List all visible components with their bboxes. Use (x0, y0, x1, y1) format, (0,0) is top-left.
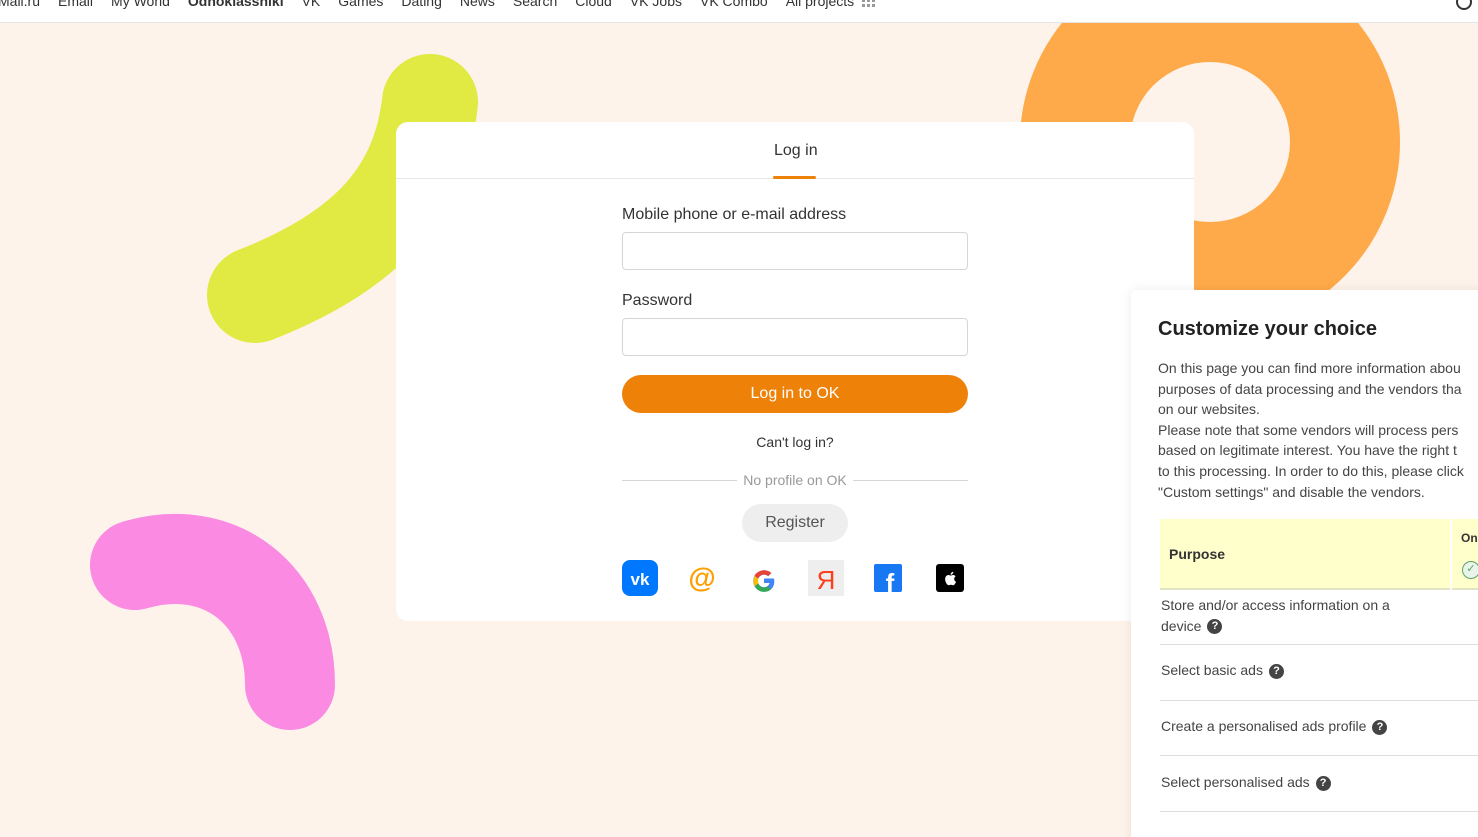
header-separator (1450, 519, 1452, 590)
vk-icon[interactable]: vk (622, 559, 658, 597)
nav-item-vk-combo[interactable]: VK Combo (700, 0, 768, 9)
svg-text:Я: Я (817, 565, 836, 595)
purposes-table: Purpose On ✓ Store and/or access informa… (1160, 519, 1478, 812)
svg-text:@: @ (688, 562, 715, 593)
login-form: Mobile phone or e-mail address Password … (622, 206, 968, 542)
cookie-consent-panel: Customize your choice On this page you c… (1131, 290, 1478, 837)
login-input[interactable] (622, 232, 968, 270)
nav-item-odnoklassniki[interactable]: Odnoklassniki (188, 0, 284, 9)
purpose-row-store-access: Store and/or access information on a dev… (1160, 590, 1478, 645)
nav-item-dating[interactable]: Dating (401, 0, 441, 9)
grid-icon (862, 0, 876, 7)
help-icon[interactable]: ? (1372, 719, 1388, 735)
apple-icon[interactable] (932, 559, 968, 597)
nav-item-cloud[interactable]: Cloud (575, 0, 612, 9)
login-submit-button[interactable]: Log in to OK (622, 375, 968, 413)
nav-item-all-projects[interactable]: All projects (785, 0, 876, 9)
social-login-row: vk @ Я f (622, 559, 968, 597)
consent-title: Customize your choice (1158, 318, 1377, 340)
no-profile-divider: No profile on OK (622, 472, 968, 488)
purpose-row-personalised-profile: Create a personalised ads profile? (1160, 701, 1478, 756)
consent-text-line: On this page you can find more informati… (1158, 360, 1461, 376)
mail-ru-icon[interactable]: @ (684, 559, 720, 597)
consent-text-line: to this processing. In order to do this,… (1158, 462, 1464, 479)
consent-text-line: on our websites. (1158, 401, 1260, 418)
purpose-label: Select personalised ads (1161, 774, 1310, 790)
purpose-label: Select basic ads (1161, 662, 1263, 678)
register-button[interactable]: Register (742, 504, 848, 542)
purpose-row-personalised-ads: Select personalised ads? (1160, 756, 1478, 812)
purpose-label: Create a personalised ads profile (1161, 718, 1367, 734)
nav-item-news[interactable]: News (460, 0, 495, 9)
nav-item-mailru[interactable]: Mail.ru (0, 0, 40, 9)
consent-description: On this page you can find more informati… (1158, 358, 1478, 502)
consent-text-line: based on legitimate interest. You have t… (1158, 442, 1457, 459)
nav-item-email[interactable]: Email (58, 0, 93, 9)
tab-login[interactable]: Log in (774, 142, 818, 160)
purposes-table-header: Purpose On ✓ (1160, 519, 1478, 590)
no-profile-text: No profile on OK (743, 472, 847, 488)
user-account-icon[interactable] (1456, 0, 1472, 10)
purpose-label: Store and/or access information on a (1161, 597, 1390, 613)
nav-item-my-world[interactable]: My World (111, 0, 170, 9)
help-icon[interactable]: ? (1315, 775, 1331, 791)
help-icon[interactable]: ? (1268, 663, 1284, 679)
check-all-icon[interactable]: ✓ (1462, 561, 1478, 579)
login-tabs: Log in (396, 122, 1194, 179)
projects-nav: Mail.ru Email My World Odnoklassniki VK … (0, 0, 876, 9)
consent-text-line: Please note that some vendors will proce… (1158, 421, 1459, 438)
consent-text-line: purposes of data processing and the vend… (1158, 380, 1462, 397)
nav-item-vk-jobs[interactable]: VK Jobs (630, 0, 682, 9)
nav-item-games[interactable]: Games (338, 0, 383, 9)
top-navigation-bar: Mail.ru Email My World Odnoklassniki VK … (0, 0, 1478, 23)
yandex-icon[interactable]: Я (808, 559, 844, 597)
divider-line (852, 479, 968, 481)
purpose-label: device (1161, 617, 1202, 634)
pink-decor-shape (90, 514, 335, 730)
facebook-icon[interactable]: f (870, 559, 906, 597)
password-input[interactable] (622, 318, 968, 356)
google-icon[interactable] (746, 559, 782, 597)
purpose-column-header: Purpose (1169, 546, 1226, 562)
cant-login-link[interactable]: Can't log in? (622, 434, 968, 450)
help-icon[interactable]: ? (1207, 619, 1223, 635)
login-card: Log in Mobile phone or e-mail address Pa… (396, 122, 1194, 621)
nav-item-search[interactable]: Search (513, 0, 557, 9)
password-field-label: Password (622, 292, 693, 309)
active-tab-indicator (773, 176, 816, 179)
nav-item-vk[interactable]: VK (302, 0, 321, 9)
divider-line (622, 479, 738, 481)
login-field-label: Mobile phone or e-mail address (622, 206, 847, 223)
on-column-header: On (1461, 531, 1478, 545)
svg-text:vk: vk (631, 570, 650, 589)
purpose-row-basic-ads: Select basic ads? (1160, 645, 1478, 701)
consent-text-line: "Custom settings" and disable the vendor… (1158, 483, 1425, 500)
all-projects-label: All projects (785, 0, 855, 9)
svg-text:f: f (886, 568, 895, 597)
